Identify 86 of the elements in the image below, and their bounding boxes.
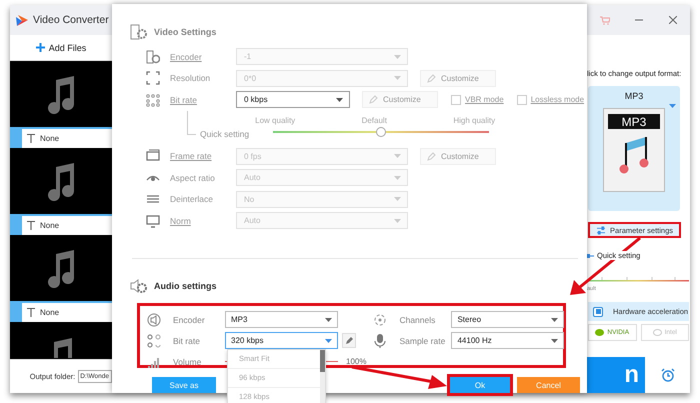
monitor-icon bbox=[146, 214, 160, 228]
caret-icon bbox=[325, 338, 332, 342]
dialog-button[interactable]: Cancel bbox=[517, 377, 580, 393]
file-thumbnail[interactable] bbox=[10, 148, 112, 214]
pencil-icon bbox=[369, 95, 378, 104]
quality-label: Low quality bbox=[255, 116, 296, 124]
format-name: MP3 bbox=[624, 91, 644, 101]
caret-icon bbox=[669, 104, 676, 108]
scrollbar-thumb[interactable] bbox=[320, 350, 325, 372]
dots-icon bbox=[147, 334, 161, 348]
setting-link[interactable]: Bit rate bbox=[170, 94, 236, 105]
caret-icon bbox=[394, 54, 401, 59]
pencil-icon bbox=[427, 152, 436, 161]
caret-icon bbox=[336, 98, 343, 102]
dialog-button[interactable]: Ok bbox=[450, 377, 510, 393]
section-title: Video Settings bbox=[154, 27, 216, 37]
pencil-icon bbox=[427, 74, 436, 83]
caret-icon bbox=[394, 76, 401, 80]
setting-label: Deinterlace bbox=[170, 194, 214, 204]
file-thumbnail[interactable] bbox=[10, 61, 112, 127]
alarm-clock-icon[interactable] bbox=[660, 368, 674, 382]
quality-slider[interactable] bbox=[273, 126, 490, 138]
setting-label: Bit rate bbox=[173, 336, 201, 346]
plus-icon bbox=[36, 43, 45, 52]
setting-label: Volume bbox=[173, 356, 202, 366]
caret-icon bbox=[394, 197, 401, 202]
gpu-logo-icon bbox=[595, 329, 604, 336]
channels-icon bbox=[373, 312, 388, 326]
output-format-card[interactable]: MP3 MP3 bbox=[588, 86, 680, 211]
checkbox[interactable] bbox=[593, 306, 603, 316]
checkbox-label[interactable]: VBR mode bbox=[465, 95, 504, 104]
subtitle-selector[interactable]: None bbox=[22, 216, 112, 235]
film-gear-icon bbox=[146, 50, 160, 64]
section-title: Audio settings bbox=[154, 280, 216, 290]
caret-icon bbox=[394, 218, 401, 223]
logo-icon bbox=[16, 14, 28, 26]
setting-dropdown[interactable]: 44100 Hz bbox=[451, 332, 564, 349]
setting-label: Channels bbox=[399, 314, 436, 324]
caret-icon bbox=[551, 338, 558, 342]
dialog-button[interactable]: Save as bbox=[152, 377, 216, 393]
microphone-icon bbox=[373, 334, 388, 348]
run-button[interactable]: n bbox=[587, 357, 645, 393]
checkbox[interactable] bbox=[451, 94, 461, 105]
caret-icon bbox=[551, 318, 558, 322]
setting-dropdown[interactable]: Stereo bbox=[451, 311, 564, 328]
caret-icon bbox=[325, 318, 332, 322]
quick-setting-label: Quick setting bbox=[200, 128, 250, 141]
setting-label: Sample rate bbox=[399, 336, 446, 346]
setting-dropdown[interactable]: 320 kbps bbox=[225, 332, 338, 349]
text-icon bbox=[27, 308, 35, 317]
gpu-logo-icon bbox=[652, 329, 662, 336]
caret-icon bbox=[394, 154, 401, 158]
volume-reading: 100% bbox=[346, 357, 366, 366]
resize-icon bbox=[146, 71, 160, 86]
setting-dropdown[interactable]: 0 kbps bbox=[236, 91, 350, 108]
cart-icon bbox=[600, 16, 610, 24]
checkbox[interactable] bbox=[516, 94, 527, 105]
edit-button[interactable] bbox=[342, 333, 356, 348]
close-icon[interactable] bbox=[669, 16, 678, 24]
text-icon bbox=[27, 221, 35, 230]
screen-icon bbox=[146, 149, 160, 164]
subtitle-selector[interactable]: None bbox=[22, 129, 112, 148]
caret-icon bbox=[394, 176, 401, 180]
minimize-icon[interactable] bbox=[635, 19, 644, 21]
sliders-icon bbox=[597, 226, 606, 234]
quality-label: High quality bbox=[453, 116, 496, 124]
subtitle-selector[interactable]: None bbox=[22, 303, 112, 322]
audio-file-icon: MP3 bbox=[603, 108, 665, 192]
film-gear-icon bbox=[130, 24, 148, 40]
slider-thumb[interactable] bbox=[376, 126, 386, 136]
setting-label: Aspect ratio bbox=[170, 172, 216, 183]
arrow bbox=[570, 236, 641, 295]
speaker-icon bbox=[147, 312, 161, 326]
checkbox-label[interactable]: Lossless mode bbox=[530, 95, 584, 104]
setting-label: Resolution bbox=[170, 73, 212, 84]
add-files-button[interactable]: Add Files bbox=[48, 42, 86, 52]
slider-icon bbox=[587, 254, 594, 258]
file-thumbnail[interactable] bbox=[10, 235, 112, 301]
pencil-icon bbox=[344, 336, 354, 345]
setting-label: Encoder bbox=[173, 314, 206, 324]
quality-label: Default bbox=[362, 116, 387, 124]
app-title: Video Converter bbox=[33, 14, 109, 26]
text-icon bbox=[27, 134, 35, 143]
speaker-gear-icon bbox=[130, 278, 148, 294]
setting-dropdown[interactable]: MP3 bbox=[225, 311, 338, 328]
dots-icon bbox=[146, 92, 160, 107]
